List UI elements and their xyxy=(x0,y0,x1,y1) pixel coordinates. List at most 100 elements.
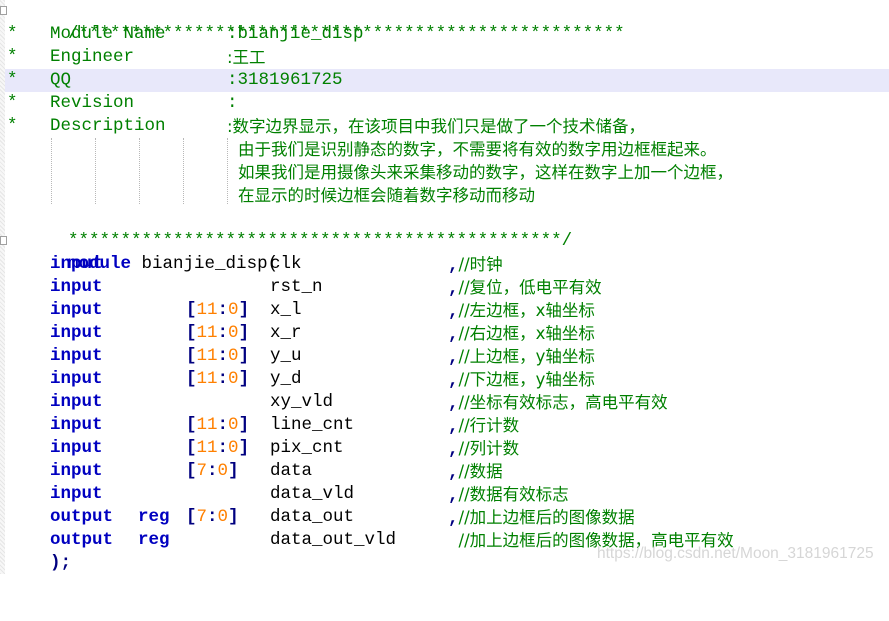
port-width: [11:0] xyxy=(186,415,250,435)
port-name: xy_vld xyxy=(270,392,334,412)
module-close: ); xyxy=(50,553,72,573)
port-comment-text: //复位，低电平有效 xyxy=(458,278,602,297)
port-separator: , xyxy=(448,440,459,460)
port-direction: input xyxy=(50,369,103,389)
width-lsb: 0 xyxy=(217,507,229,527)
port-comment-text: //行计数 xyxy=(458,416,520,435)
comment-star: * xyxy=(7,47,18,67)
field-label: Module Name xyxy=(50,24,166,44)
field-value: :王工 xyxy=(227,48,266,67)
comment-star: * xyxy=(7,70,18,90)
port-declaration: input [11:0] pix_cnt ,//列计数 xyxy=(5,437,889,460)
port-declaration: output reg [7:0] data_out ,//加上边框后的图像数据 xyxy=(5,506,889,529)
port-comment: ,//行计数 xyxy=(448,414,519,439)
port-declaration: input data_vld ,//数据有效标志 xyxy=(5,483,889,506)
code-line-current: * QQ :3181961725 xyxy=(5,69,889,92)
fold-toggle-icon[interactable] xyxy=(0,6,7,15)
port-comment: ,//加上边框后的图像数据 xyxy=(448,506,635,531)
port-declaration: input [11:0] x_r ,//右边框，x轴坐标 xyxy=(5,322,889,345)
code-line: * Engineer :王工 xyxy=(5,46,889,69)
port-comment-text: //坐标有效标志，高电平有效 xyxy=(458,393,668,412)
port-direction: output xyxy=(50,530,114,550)
port-direction: input xyxy=(50,277,103,297)
port-list: input clk ,//时钟 input rst_n ,//复位，低电平有效 input[… xyxy=(5,253,889,552)
code-line: * Revision : xyxy=(5,92,889,115)
port-name: y_d xyxy=(270,369,302,389)
port-direction: input xyxy=(50,392,103,412)
port-separator: , xyxy=(448,325,459,345)
description-line: 如果我们是用摄像头来采集移动的数字，这样在数字上加一个边框， xyxy=(238,163,733,182)
port-declaration: input [11:0] y_d ,//下边框，y轴坐标 xyxy=(5,368,889,391)
comment-star: * xyxy=(7,116,18,136)
port-comment-text: //加上边框后的图像数据 xyxy=(458,508,635,527)
port-name: line_cnt xyxy=(270,415,355,435)
comment-star: * xyxy=(7,93,18,113)
width-lsb: 0 xyxy=(228,438,239,458)
width-lsb: 0 xyxy=(228,346,239,366)
width-msb: 11 xyxy=(196,346,218,366)
port-separator: , xyxy=(448,486,459,506)
port-direction: input xyxy=(50,323,103,343)
port-comment-text: //数据有效标志 xyxy=(458,485,569,504)
field-label: QQ xyxy=(50,70,72,90)
port-comment: ,//列计数 xyxy=(448,437,519,462)
field-value: : xyxy=(227,93,238,113)
port-name: data_vld xyxy=(270,484,355,504)
port-separator: , xyxy=(448,302,459,322)
port-direction: input xyxy=(50,484,103,504)
port-width: [11:0] xyxy=(186,300,250,320)
comment-star: * xyxy=(7,24,18,44)
port-name: x_l xyxy=(270,300,302,320)
port-direction: input xyxy=(50,254,103,274)
port-width: [11:0] xyxy=(186,346,250,366)
port-width: [11:0] xyxy=(186,323,250,343)
port-width: [7:0] xyxy=(186,461,239,481)
port-declaration: input clk ,//时钟 xyxy=(5,253,889,276)
port-declaration: input [11:0] y_u ,//上边框，y轴坐标 xyxy=(5,345,889,368)
description-line: 在显示的时候边框会随着数字移动而移动 xyxy=(238,186,535,205)
port-separator: , xyxy=(448,279,459,299)
port-width: [11:0] xyxy=(186,369,250,389)
port-width: [11:0] xyxy=(186,438,250,458)
code-line: 由于我们是识别静态的数字，不需要将有效的数字用边框框起来。 xyxy=(5,138,889,161)
width-msb: 7 xyxy=(196,507,208,527)
port-name: rst_n xyxy=(270,277,323,297)
field-label: Description xyxy=(50,116,166,136)
port-comment: ,//左边框，x轴坐标 xyxy=(448,299,595,324)
code-line: module bianjie_disp( xyxy=(0,230,889,274)
port-name: x_r xyxy=(270,323,302,343)
port-comment-text: //数据 xyxy=(458,462,503,481)
port-comment: ,//下边框，y轴坐标 xyxy=(448,368,595,393)
fold-toggle-icon[interactable] xyxy=(0,236,7,245)
description-line: 由于我们是识别静态的数字，不需要将有效的数字用边框框起来。 xyxy=(238,140,717,159)
code-line: /***************************************… xyxy=(0,0,889,44)
port-comment-text: //列计数 xyxy=(458,439,520,458)
watermark: https://blog.csdn.net/Moon_3181961725 xyxy=(597,545,874,562)
code-line: * Module Name :bianjie_disp xyxy=(5,23,889,46)
width-msb: 11 xyxy=(196,438,218,458)
port-separator: , xyxy=(448,371,459,391)
port-comment: ,//上边框，y轴坐标 xyxy=(448,345,595,370)
width-lsb: 0 xyxy=(228,300,239,320)
width-msb: 11 xyxy=(196,369,218,389)
width-msb: 11 xyxy=(196,300,218,320)
width-msb: 11 xyxy=(196,415,218,435)
port-name: pix_cnt xyxy=(270,438,344,458)
port-comment-text: //左边框，x轴坐标 xyxy=(458,301,595,320)
port-separator: , xyxy=(448,394,459,414)
code-editor[interactable]: /***************************************… xyxy=(0,0,889,574)
port-direction: input xyxy=(50,300,103,320)
port-declaration: input xy_vld ,//坐标有效标志，高电平有效 xyxy=(5,391,889,414)
field-value: :bianjie_disp xyxy=(227,24,364,44)
port-comment-text: //上边框，y轴坐标 xyxy=(458,347,595,366)
code-line: ****************************************… xyxy=(5,207,889,251)
port-comment-text: //右边框，x轴坐标 xyxy=(458,324,595,343)
code-lines: /***************************************… xyxy=(0,0,889,575)
port-width: [7:0] xyxy=(186,507,239,527)
port-comment: ,//数据 xyxy=(448,460,503,485)
port-reg: reg xyxy=(138,530,170,550)
width-lsb: 0 xyxy=(228,415,239,435)
port-name: clk xyxy=(270,254,302,274)
port-separator: , xyxy=(448,417,459,437)
field-label: Engineer xyxy=(50,47,135,67)
